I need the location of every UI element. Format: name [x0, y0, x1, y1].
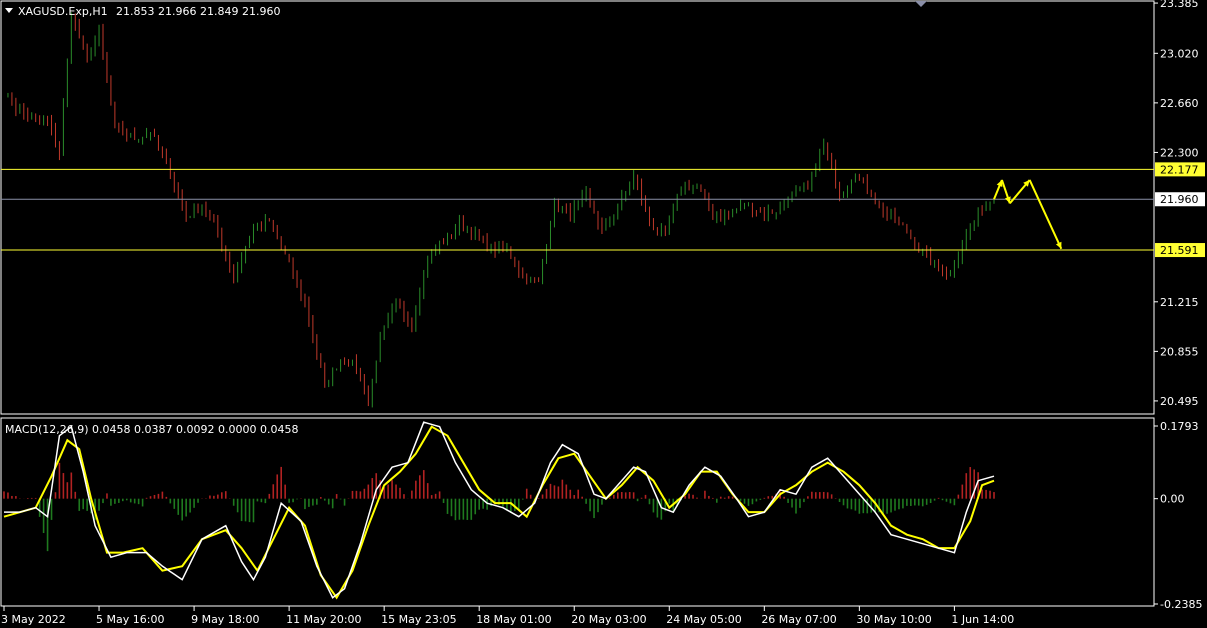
macd-tick-label: 0.1793: [1160, 420, 1199, 433]
current-price-label: 21.960: [1160, 193, 1199, 206]
time-tick-label: 30 May 10:00: [856, 613, 931, 626]
time-tick-label: 20 May 03:00: [571, 613, 646, 626]
time-tick-label: 11 May 20:00: [286, 613, 361, 626]
price-tick-label: 23.020: [1160, 47, 1199, 60]
price-tick-label: 20.495: [1160, 395, 1199, 408]
symbol-label: XAGUSD.Exp,H1: [18, 5, 108, 18]
price-tick-label: 21.215: [1160, 296, 1199, 309]
trading-chart[interactable]: 22.177 21.591 21.960 23.385 23.020 22.660 22.…: [0, 0, 1207, 628]
level-price-label: 21.591: [1160, 244, 1199, 257]
time-tick-label: 5 May 16:00: [96, 613, 164, 626]
level-price-label: 22.177: [1160, 163, 1199, 176]
price-tick-label: 23.385: [1160, 0, 1199, 10]
chart-header: XAGUSD.Exp,H1 21.853 21.966 21.849 21.96…: [5, 5, 280, 18]
price-tick-label: 22.660: [1160, 97, 1199, 110]
time-tick-label: 3 May 2022: [1, 613, 66, 626]
time-tick-label: 9 May 18:00: [191, 613, 259, 626]
time-tick-label: 24 May 05:00: [666, 613, 741, 626]
macd-title: MACD(12,26,9) 0.0458 0.0387 0.0092 0.000…: [5, 423, 298, 436]
price-tick-label: 20.855: [1160, 345, 1199, 358]
time-tick-label: 26 May 07:00: [761, 613, 836, 626]
macd-tick-label: -0.2385: [1160, 598, 1202, 611]
time-tick-label: 18 May 01:00: [476, 613, 551, 626]
time-tick-label: 15 May 23:05: [381, 613, 456, 626]
price-tick-label: 22.300: [1160, 146, 1199, 159]
time-tick-label: 1 Jun 14:00: [951, 613, 1014, 626]
macd-tick-label: 0.00: [1160, 493, 1185, 506]
ohlc-values: 21.853 21.966 21.849 21.960: [116, 5, 280, 18]
chart-background: [0, 0, 1207, 628]
